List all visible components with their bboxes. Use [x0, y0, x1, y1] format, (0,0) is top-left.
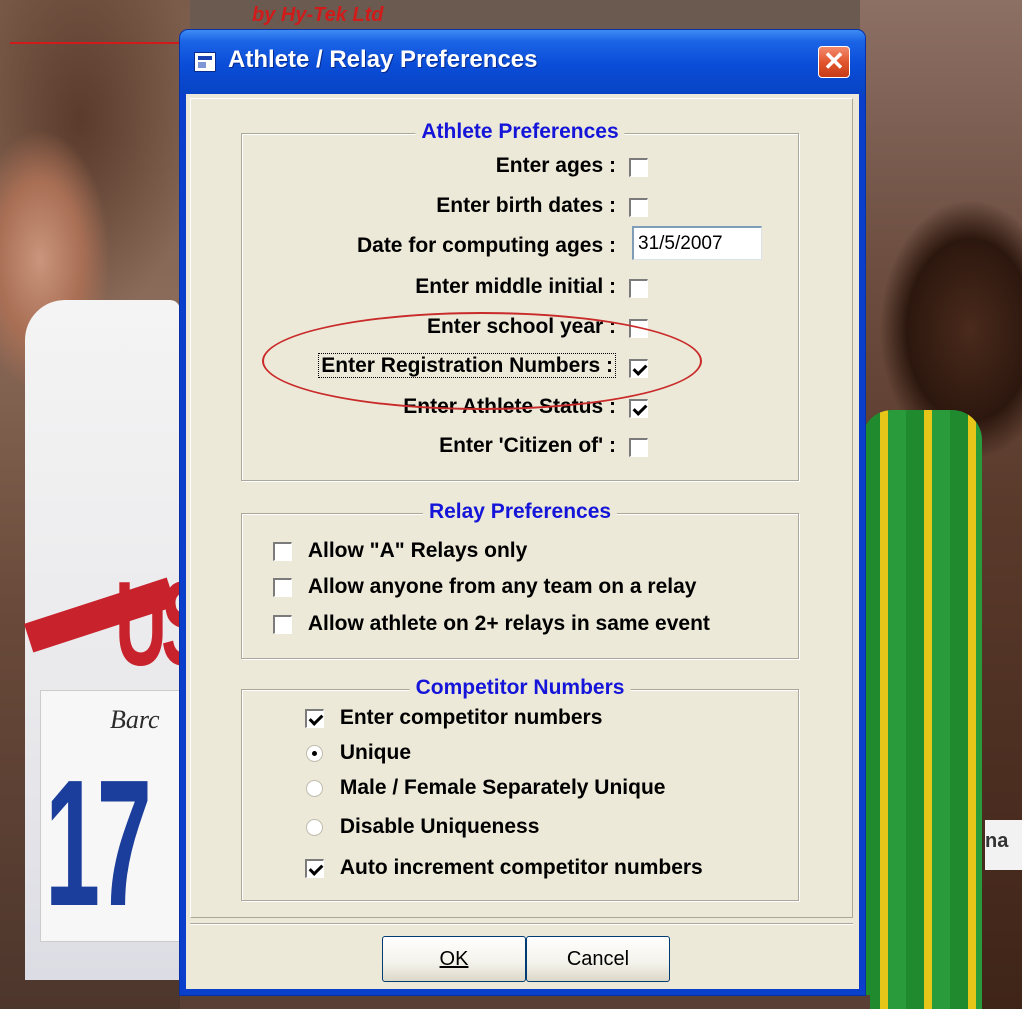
- enter-middle-initial-checkbox[interactable]: [629, 278, 648, 298]
- footer-separator: [190, 923, 853, 925]
- allow-a-relays-checkbox[interactable]: [273, 541, 292, 561]
- allow-a-relays-label: Allow "A" Relays only: [307, 539, 528, 562]
- background-bottom-strip: [180, 995, 870, 1009]
- enter-middle-initial-label: Enter middle initial :: [415, 275, 616, 298]
- auto-increment-label: Auto increment competitor numbers: [339, 856, 703, 879]
- background-red-line: [10, 42, 185, 44]
- enter-ages-checkbox[interactable]: [629, 157, 648, 177]
- enter-competitor-numbers-label: Enter competitor numbers: [339, 706, 603, 729]
- preferences-panel: Athlete Preferences Enter ages : Enter b…: [190, 98, 853, 918]
- close-button[interactable]: ✕: [818, 46, 850, 78]
- enter-competitor-numbers-checkbox[interactable]: [305, 708, 324, 728]
- male-female-radio[interactable]: [306, 779, 323, 797]
- relay-preferences-title: Relay Preferences: [422, 500, 618, 524]
- highlight-ellipse: [262, 312, 702, 410]
- allow-anyone-relay-label: Allow anyone from any team on a relay: [307, 575, 697, 598]
- date-for-ages-input[interactable]: 31/5/2007: [632, 226, 762, 260]
- male-female-label: Male / Female Separately Unique: [339, 776, 666, 799]
- cancel-button[interactable]: Cancel: [526, 936, 670, 982]
- window-title: Athlete / Relay Preferences: [228, 46, 538, 73]
- dialog-client-area: Athlete Preferences Enter ages : Enter b…: [186, 94, 859, 989]
- enter-citizen-checkbox[interactable]: [629, 437, 648, 457]
- ok-button-label: OK: [439, 948, 469, 970]
- enter-birth-dates-label: Enter birth dates :: [436, 194, 616, 217]
- unique-label: Unique: [339, 741, 412, 764]
- background-bib-number: 17: [45, 743, 152, 944]
- allow-athlete-2plus-label: Allow athlete on 2+ relays in same event: [307, 612, 710, 635]
- auto-increment-checkbox[interactable]: [305, 858, 324, 878]
- athlete-preferences-group: Athlete Preferences: [241, 120, 799, 481]
- background-right-label: na: [985, 820, 1022, 870]
- enter-citizen-label: Enter 'Citizen of' :: [439, 434, 616, 457]
- enter-birth-dates-checkbox[interactable]: [629, 197, 648, 217]
- allow-anyone-relay-checkbox[interactable]: [273, 577, 292, 597]
- unique-radio[interactable]: [306, 744, 323, 762]
- cancel-button-label: Cancel: [566, 948, 630, 970]
- disable-uniqueness-radio[interactable]: [306, 818, 323, 836]
- allow-athlete-2plus-checkbox[interactable]: [273, 614, 292, 634]
- title-bar[interactable]: Athlete / Relay Preferences ✕: [180, 30, 865, 94]
- background-red-text: by Hy-Tek Ltd: [252, 4, 384, 26]
- preferences-dialog: Athlete / Relay Preferences ✕ Athlete Pr…: [180, 30, 865, 995]
- competitor-numbers-title: Competitor Numbers: [409, 676, 631, 700]
- disable-uniqueness-label: Disable Uniqueness: [339, 815, 540, 838]
- window-icon[interactable]: [194, 52, 216, 72]
- date-for-ages-label: Date for computing ages :: [356, 234, 616, 257]
- ok-button[interactable]: OK: [382, 936, 526, 982]
- enter-ages-label: Enter ages :: [495, 154, 616, 177]
- background-bib-brand: Barc: [110, 705, 160, 734]
- enter-athlete-status-checkbox[interactable]: [629, 398, 648, 418]
- athlete-preferences-title: Athlete Preferences: [415, 120, 625, 144]
- background-green-jersey: [862, 410, 982, 1009]
